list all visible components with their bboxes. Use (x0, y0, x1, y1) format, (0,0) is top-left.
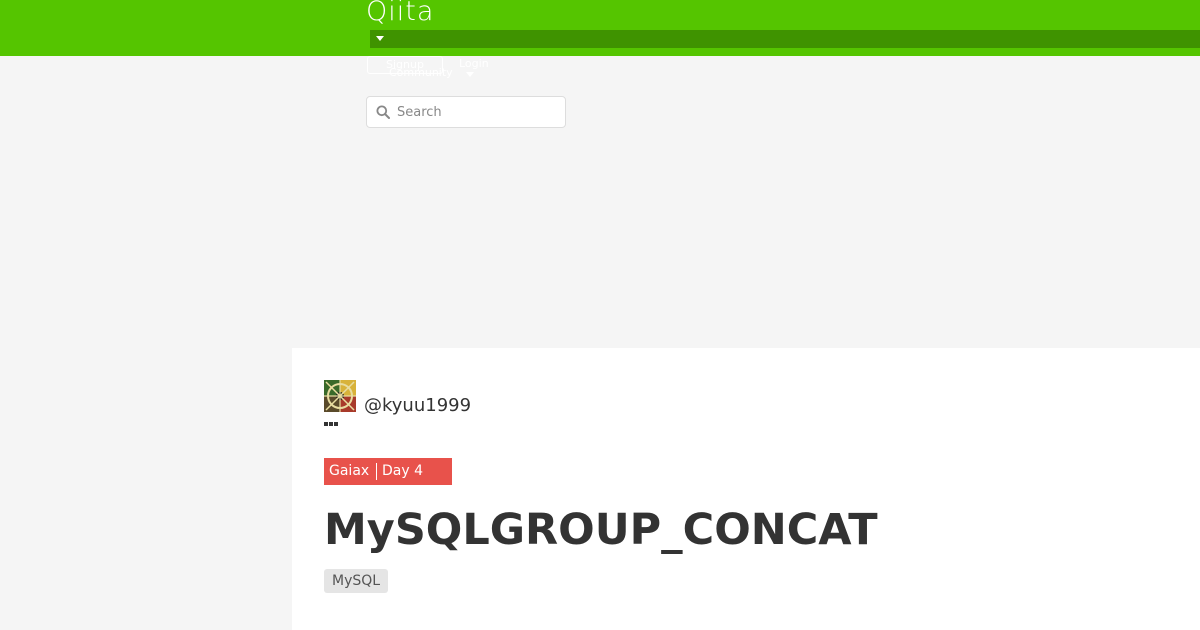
header-nav-bar (370, 30, 1200, 48)
advent-calendar-day: Day 4 (382, 463, 424, 479)
global-header: Qiita (0, 0, 1200, 56)
community-menu[interactable]: Community (389, 66, 453, 79)
advent-calendar-badge[interactable]: Gaiax Day 4 (324, 458, 452, 485)
search-icon (376, 105, 390, 119)
search-input[interactable] (397, 101, 557, 123)
avatar[interactable] (324, 380, 356, 412)
article-title: MySQLGROUP_CONCAT (324, 505, 878, 555)
chevron-down-icon[interactable] (376, 36, 384, 41)
more-icon[interactable] (324, 421, 340, 427)
login-link[interactable]: Login (459, 57, 489, 70)
tag-mysql[interactable]: MySQL (324, 569, 389, 593)
article-card: @kyuu1999 Gaiax Day 4 MySQLGROUP_CONCAT … (292, 348, 1200, 630)
advent-calendar-org: Gaiax (329, 463, 370, 479)
qiita-logo[interactable]: Qiita (366, 0, 434, 27)
chevron-down-icon[interactable] (466, 72, 474, 77)
author-username[interactable]: @kyuu1999 (364, 395, 471, 416)
badge-divider (376, 463, 377, 480)
search-box[interactable] (366, 96, 566, 128)
